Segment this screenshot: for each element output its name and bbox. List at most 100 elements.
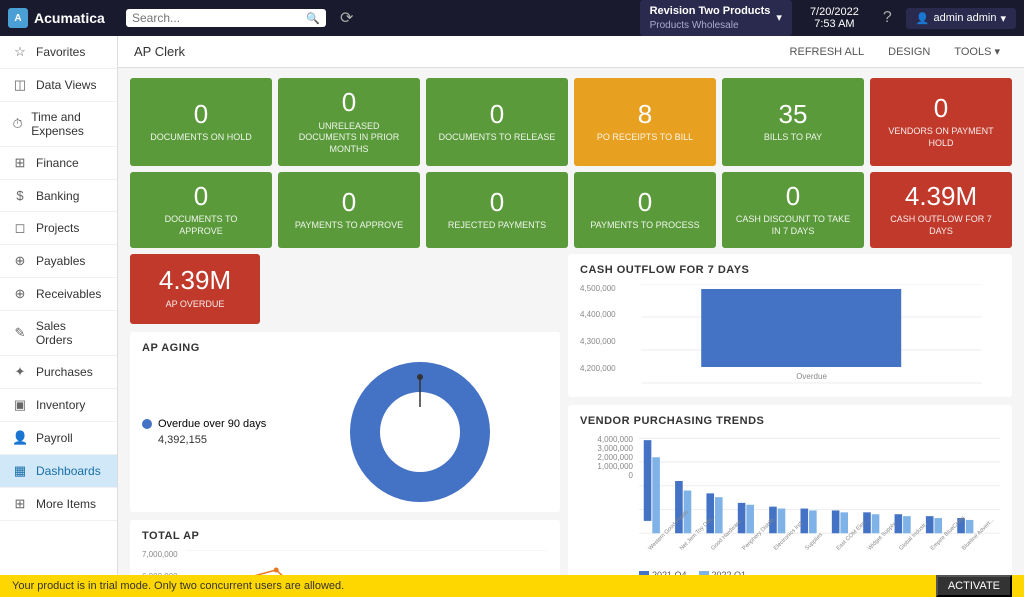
user-icon: 👤	[916, 12, 930, 25]
vendor-trends-title: VENDOR PURCHASING TRENDS	[580, 415, 1000, 427]
history-button[interactable]: ⟳	[334, 8, 359, 28]
refresh-all-button[interactable]: REFRESH ALL	[782, 43, 873, 61]
payables-icon: ⊕	[12, 253, 28, 269]
finance-icon: ⊞	[12, 155, 28, 171]
sidebar-item-inventory[interactable]: ▣ Inventory	[0, 389, 117, 422]
sidebar-item-label: Favorites	[36, 45, 85, 59]
user-menu[interactable]: 👤 admin admin ▾	[906, 8, 1016, 29]
search-input[interactable]	[132, 11, 306, 25]
total-ap-chart-area: 7,000,000 6,000,000 5,000,000 4,000,000 …	[142, 550, 548, 575]
kpi-ap-overdue[interactable]: 4.39M AP OVERDUE	[130, 254, 260, 324]
ap-aging-title: AP AGING	[142, 342, 548, 354]
payroll-icon: 👤	[12, 430, 28, 446]
user-name: admin admin	[933, 12, 996, 24]
design-button[interactable]: DESIGN	[880, 43, 938, 61]
sidebar-item-label: Dashboards	[36, 464, 101, 478]
search-box[interactable]: 🔍	[126, 9, 326, 27]
sidebar-item-dataviews[interactable]: ◫ Data Views	[0, 69, 117, 102]
kpi-payments-to-approve[interactable]: 0 PAYMENTS TO APPROVE	[278, 172, 420, 248]
dataviews-icon: ◫	[12, 77, 28, 93]
kpi-bills-to-pay[interactable]: 35 BILLS TO PAY	[722, 78, 864, 166]
total-ap-y-labels: 7,000,000 6,000,000 5,000,000 4,000,000 …	[142, 550, 180, 575]
sidebar: ☆ Favorites ◫ Data Views ⏱ Time and Expe…	[0, 36, 118, 575]
kpi-po-receipts[interactable]: 8 PO RECEIPTS TO BILL	[574, 78, 716, 166]
kpi-payments-to-process[interactable]: 0 PAYMENTS TO PROCESS	[574, 172, 716, 248]
company-info: Revision Two Products Products Wholesale	[650, 4, 771, 31]
lower-section: 4.39M AP OVERDUE AP AGING Overdue over 9…	[130, 254, 1012, 575]
cash-outflow-y-labels: 4,500,000 4,400,000 4,300,000 4,200,000	[580, 284, 618, 387]
main-content: AP Clerk REFRESH ALL DESIGN TOOLS ▾ 0 DO…	[118, 36, 1024, 575]
company-sub: Products Wholesale	[650, 19, 771, 32]
sidebar-item-label: Payables	[36, 254, 85, 268]
sidebar-item-more[interactable]: ⊞ More Items	[0, 488, 117, 521]
date-text: 7/20/2022	[810, 6, 859, 18]
sidebar-item-receivables[interactable]: ⊕ Receivables	[0, 278, 117, 311]
legend-dot	[142, 419, 152, 429]
tools-button[interactable]: TOOLS ▾	[946, 42, 1008, 61]
sidebar-item-payroll[interactable]: 👤 Payroll	[0, 422, 117, 455]
sidebar-item-dashboards[interactable]: ▦ Dashboards	[0, 455, 117, 488]
sidebar-item-projects[interactable]: ◻ Projects	[0, 212, 117, 245]
sidebar-item-banking[interactable]: $ Banking	[0, 180, 117, 212]
svg-text:Supplies: Supplies	[804, 532, 824, 552]
kpi-row-1: 0 DOCUMENTS ON HOLD 0 UNRELEASED DOCUMEN…	[130, 78, 1012, 166]
projects-icon: ◻	[12, 220, 28, 236]
ap-overdue-value: 4.39M	[159, 266, 231, 295]
favorites-icon: ☆	[12, 44, 28, 60]
legend-label: Overdue over 90 days	[158, 418, 266, 430]
user-dropdown-icon: ▾	[1000, 12, 1006, 25]
cash-outflow-widget: CASH OUTFLOW FOR 7 DAYS 4,500,000 4,400,…	[568, 254, 1012, 397]
statusbar-message: Your product is in trial mode. Only two …	[12, 580, 344, 592]
dashboards-icon: ▦	[12, 463, 28, 479]
company-name: Revision Two Products	[650, 4, 771, 18]
sidebar-item-finance[interactable]: ⊞ Finance	[0, 147, 117, 180]
activate-button[interactable]: ACTIVATE	[936, 575, 1012, 597]
sidebar-item-payables[interactable]: ⊕ Payables	[0, 245, 117, 278]
total-ap-widget: TOTAL AP 7,000,000 6,000,000 5,000,000 4…	[130, 520, 560, 575]
kpi-docs-to-approve[interactable]: 0 DOCUMENTS TO APPROVE	[130, 172, 272, 248]
svg-text:Overdue: Overdue	[796, 372, 827, 381]
help-button[interactable]: ?	[877, 9, 898, 27]
app-logo: A Acumatica	[8, 8, 118, 28]
kpi-docs-to-release[interactable]: 0 DOCUMENTS TO RELEASE	[426, 78, 568, 166]
cash-outflow-chart: 4,500,000 4,400,000 4,300,000 4,200,000	[580, 284, 1000, 387]
subheader-actions: REFRESH ALL DESIGN TOOLS ▾	[782, 42, 1008, 61]
subheader: AP Clerk REFRESH ALL DESIGN TOOLS ▾	[118, 36, 1024, 68]
ap-aging-widget: AP AGING Overdue over 90 days 4,392,155	[130, 332, 560, 512]
donut-chart	[292, 362, 548, 502]
sidebar-item-label: Inventory	[36, 398, 85, 412]
cash-outflow-bars: Overdue	[622, 284, 1000, 387]
ap-aging-content: Overdue over 90 days 4,392,155	[142, 362, 548, 502]
logo-icon: A	[8, 8, 28, 28]
kpi-rejected-payments[interactable]: 0 REJECTED PAYMENTS	[426, 172, 568, 248]
company-selector[interactable]: Revision Two Products Products Wholesale…	[640, 0, 792, 35]
vendor-y-labels: 4,000,000 3,000,000 2,000,000 1,000,000 …	[580, 435, 635, 510]
legend-value: 4,392,155	[142, 434, 292, 446]
statusbar: Your product is in trial mode. Only two …	[0, 575, 1024, 597]
datetime-display[interactable]: 7/20/2022 7:53 AM	[800, 6, 869, 30]
sidebar-item-time-expenses[interactable]: ⏱ Time and Expenses	[0, 102, 117, 147]
kpi-row-2: 0 DOCUMENTS TO APPROVE 0 PAYMENTS TO APP…	[130, 172, 1012, 248]
kpi-vendors-payment-hold[interactable]: 0 VENDORS ON PAYMENT HOLD	[870, 78, 1012, 166]
sidebar-item-sales-orders[interactable]: ✎ Sales Orders	[0, 311, 117, 356]
kpi-cash-outflow[interactable]: 4.39M CASH OUTFLOW FOR 7 DAYS	[870, 172, 1012, 248]
kpi-cash-discount[interactable]: 0 CASH DISCOUNT TO TAKE IN 7 DAYS	[722, 172, 864, 248]
total-ap-chart: 08-2021 09-2021 10-2021 11-2021 12-2021 …	[184, 550, 548, 575]
purchases-icon: ✦	[12, 364, 28, 380]
vendor-trends-widget: VENDOR PURCHASING TRENDS 4,000,000 3,000…	[568, 405, 1012, 575]
sidebar-item-label: Time and Expenses	[31, 110, 105, 138]
sidebar-item-label: More Items	[36, 497, 96, 511]
kpi-docs-on-hold[interactable]: 0 DOCUMENTS ON HOLD	[130, 78, 272, 166]
left-panel: 4.39M AP OVERDUE AP AGING Overdue over 9…	[130, 254, 560, 575]
right-panel: CASH OUTFLOW FOR 7 DAYS 4,500,000 4,400,…	[568, 254, 1012, 575]
kpi-unreleased-docs[interactable]: 0 UNRELEASED DOCUMENTS IN PRIOR MONTHS	[278, 78, 420, 166]
banking-icon: $	[12, 188, 28, 203]
sidebar-item-favorites[interactable]: ☆ Favorites	[0, 36, 117, 69]
sidebar-item-label: Payroll	[36, 431, 73, 445]
time-text: 7:53 AM	[814, 18, 854, 30]
sidebar-item-label: Sales Orders	[36, 319, 105, 347]
sidebar-item-label: Banking	[36, 189, 79, 203]
sidebar-item-purchases[interactable]: ✦ Purchases	[0, 356, 117, 389]
topbar: A Acumatica 🔍 ⟳ Revision Two Products Pr…	[0, 0, 1024, 36]
inventory-icon: ▣	[12, 397, 28, 413]
